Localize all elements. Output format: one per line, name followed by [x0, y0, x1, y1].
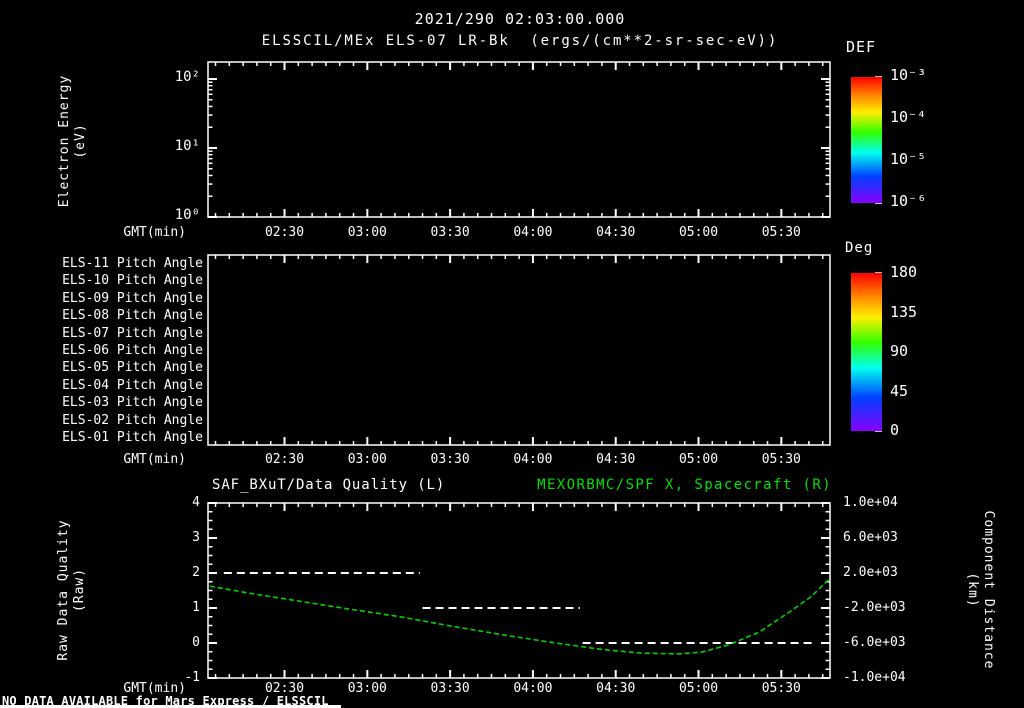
distance-axis-title: Component Distance (km) — [964, 501, 996, 679]
quality-ytick-label: 1 — [192, 600, 200, 615]
energy-ytick-label: 10¹ — [174, 138, 200, 154]
distance-ytick-label: 6.0e+03 — [843, 530, 898, 545]
time-tick-label: 03:30 — [430, 452, 470, 467]
time-tick-label: 04:00 — [513, 681, 553, 696]
energy-axis-title: Electron Energy (eV) — [57, 62, 89, 220]
time-tick-label: 04:30 — [596, 225, 636, 240]
deg-cbar-tick-label: 45 — [890, 381, 909, 400]
time-tick-label: 02:30 — [264, 225, 305, 240]
distance-ytick-label: -2.0e+03 — [843, 600, 906, 615]
time-tick-label: 03:00 — [347, 225, 387, 240]
pitch-row-label: ELS-03 Pitch Angle — [62, 395, 203, 411]
def-cbar-tick-label: 10⁻⁴ — [890, 108, 927, 126]
time-tick-label: 05:00 — [678, 681, 719, 696]
deg-cbar-tick-label: 0 — [890, 421, 900, 439]
time-tick-label: 05:30 — [761, 452, 801, 467]
distance-axis-title-line1: Component Distance — [981, 510, 996, 670]
def-cbar-tick-label: 10⁻⁵ — [890, 150, 927, 168]
gmt-axis-label-row1: GMT(min) — [123, 225, 186, 240]
page-title: 2021/290 02:03:00.000 — [414, 10, 626, 28]
distance-ytick-label: -1.0e+04 — [843, 670, 906, 685]
quality-axis-title-line2: (Raw) — [72, 567, 87, 613]
time-tick-label: 03:30 — [430, 225, 470, 240]
energy-ytick-label: 10² — [174, 69, 200, 85]
time-tick-label: 04:00 — [513, 452, 553, 467]
pitch-row-label: ELS-08 Pitch Angle — [62, 308, 203, 324]
pitch-row-label: ELS-05 Pitch Angle — [62, 360, 203, 376]
pitch-row-label: ELS-09 Pitch Angle — [62, 290, 203, 306]
deg-cbar-tick-label: 135 — [890, 302, 918, 321]
quality-series-right-title: MEXORBMC/SPF X, Spacecraft (R) — [537, 477, 832, 493]
time-tick-label: 03:00 — [347, 681, 387, 696]
time-tick-label: 05:30 — [761, 225, 801, 240]
quality-ytick-label: 3 — [192, 530, 200, 545]
time-tick-label: 04:00 — [513, 225, 553, 240]
quality-axis-title: Raw Data Quality (Raw) — [56, 501, 88, 679]
time-tick-label: 04:30 — [596, 452, 636, 467]
quality-ytick-label: -1 — [184, 670, 200, 685]
pitch-row-label: ELS-04 Pitch Angle — [62, 377, 203, 393]
quality-ytick-label: 4 — [192, 495, 200, 510]
quality-ytick-label: 0 — [192, 635, 200, 650]
def-cbar-tick-label: 10⁻⁶ — [890, 192, 927, 210]
quality-series-left-title: SAF_BXuT/Data Quality (L) — [212, 477, 446, 493]
plot-page: 2021/290 02:03:00.000 ELSSCIL/MEx ELS-07… — [0, 0, 1024, 708]
deg-cbar-tick-label: 90 — [890, 342, 909, 360]
distance-ytick-label: 2.0e+03 — [843, 565, 898, 580]
time-tick-label: 05:30 — [761, 681, 801, 696]
energy-axis-title-line1: Electron Energy — [57, 74, 72, 208]
time-tick-label: 05:00 — [678, 452, 719, 467]
def-colorbar-title: DEF — [846, 38, 877, 56]
pitch-row-label: ELS-01 Pitch Angle — [62, 430, 203, 445]
deg-colorbar-title: Deg — [845, 240, 874, 256]
pitch-row-label: ELS-07 Pitch Angle — [62, 325, 203, 341]
time-tick-label: 04:30 — [596, 681, 636, 696]
time-tick-label: 02:30 — [264, 452, 305, 467]
time-tick-label: 02:30 — [264, 681, 305, 696]
def-colorbar-gradient — [851, 77, 882, 203]
panel-frames-and-ticks — [207, 61, 882, 679]
distance-ytick-label: 1.0e+04 — [843, 495, 898, 510]
def-cbar-tick-label: 10⁻³ — [890, 66, 927, 84]
time-tick-label: 03:00 — [347, 452, 387, 467]
distance-axis-title-line2: (km) — [965, 572, 980, 608]
energy-axis-title-line2: (eV) — [73, 123, 88, 159]
deg-cbar-tick-label: 180 — [890, 263, 918, 281]
deg-colorbar-gradient — [851, 273, 882, 431]
quality-axis-title-line1: Raw Data Quality — [56, 519, 71, 661]
time-tick-label: 05:00 — [678, 225, 719, 240]
pitch-row-label: ELS-11 Pitch Angle — [62, 256, 203, 271]
quality-ytick-label: 2 — [192, 565, 200, 580]
pitch-row-label: ELS-10 Pitch Angle — [62, 273, 203, 289]
pitch-row-label: ELS-06 Pitch Angle — [62, 343, 203, 358]
energy-ytick-label: 10⁰ — [174, 207, 200, 223]
pitch-row-label: ELS-02 Pitch Angle — [62, 412, 203, 428]
gmt-axis-label-row2: GMT(min) — [123, 452, 186, 467]
distance-ytick-label: -6.0e+03 — [843, 635, 906, 650]
time-tick-label: 03:30 — [430, 681, 470, 696]
